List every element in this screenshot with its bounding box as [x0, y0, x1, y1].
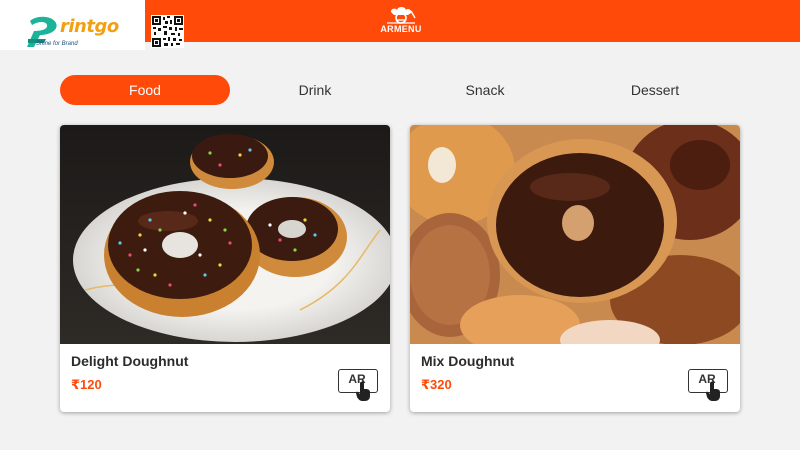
ar-button[interactable]: AR	[338, 369, 380, 407]
item-price: ₹320	[421, 377, 452, 392]
menu-item-card[interactable]: Delight Doughnut ₹120 AR	[60, 125, 390, 412]
tab-snack[interactable]: Snack	[400, 75, 570, 105]
brand-name: rintgo	[60, 16, 119, 37]
tab-dessert[interactable]: Dessert	[570, 75, 740, 105]
pointer-hand-icon	[356, 381, 370, 401]
item-name: Mix Doughnut	[421, 353, 515, 369]
mix-doughnut-image	[410, 125, 740, 344]
tab-drink[interactable]: Drink	[230, 75, 400, 105]
tab-food[interactable]: Food	[60, 75, 230, 105]
ar-button[interactable]: AR	[688, 369, 730, 407]
armenu-logo: ARMENU	[372, 6, 430, 38]
brand-logo: rintgo Shine for Brand	[0, 0, 145, 50]
armenu-label: ARMENU	[380, 24, 422, 34]
menu-item-card[interactable]: Mix Doughnut ₹320 AR	[410, 125, 740, 412]
item-price: ₹120	[71, 377, 102, 392]
pointer-hand-icon	[706, 381, 720, 401]
qr-code-icon[interactable]	[151, 15, 184, 48]
chef-platter-icon	[387, 7, 416, 24]
item-name: Delight Doughnut	[71, 353, 189, 369]
brand-tagline: Shine for Brand	[36, 41, 78, 47]
category-tabs: Food Drink Snack Dessert	[60, 75, 740, 105]
delight-doughnut-image	[60, 125, 390, 344]
